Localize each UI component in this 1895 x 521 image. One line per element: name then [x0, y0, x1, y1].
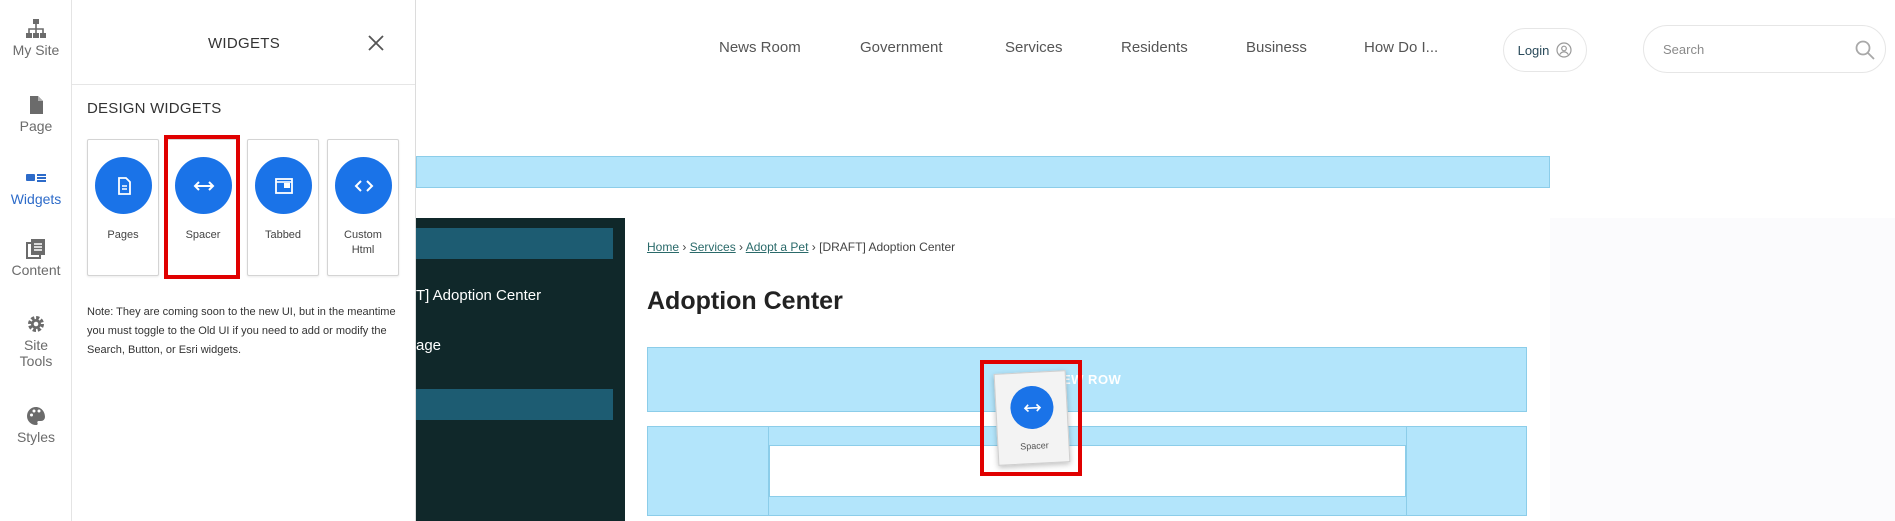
nav-how-do-i[interactable]: How Do I...: [1364, 39, 1438, 56]
panel-header: WIDGETS: [72, 0, 415, 85]
content-icon: [25, 238, 47, 260]
nav-residents[interactable]: Residents: [1121, 39, 1188, 56]
breadcrumb-sep: ›: [679, 240, 690, 254]
sitemap-icon: [25, 18, 47, 40]
gear-icon: [25, 313, 47, 335]
nav-services[interactable]: Services: [1005, 39, 1063, 56]
close-icon: [368, 35, 384, 51]
rail-label: My Site: [12, 42, 60, 58]
rail-item-styles[interactable]: Styles: [0, 405, 72, 445]
nav-business[interactable]: Business: [1246, 39, 1307, 56]
rail-item-content[interactable]: Content: [0, 238, 72, 278]
side-nav-bar: [416, 228, 613, 259]
widget-card-label: Pages: [107, 229, 139, 241]
breadcrumb-sep: ›: [735, 240, 746, 254]
horizontal-arrows-icon: [1009, 384, 1055, 431]
rail-item-widgets[interactable]: Widgets: [0, 167, 72, 207]
widget-card-pages[interactable]: Pages: [87, 139, 159, 276]
search-box: [1643, 25, 1886, 73]
rail-label: Content: [11, 262, 61, 278]
breadcrumb-services[interactable]: Services: [690, 240, 736, 254]
page-side-nav: [416, 218, 625, 521]
side-nav-bar: [416, 389, 613, 420]
widget-card-custom-html[interactable]: Custom Html: [327, 139, 399, 276]
widget-card-label: Custom Html: [344, 229, 382, 256]
nav-news-room[interactable]: News Room: [719, 39, 801, 56]
breadcrumb-home[interactable]: Home: [647, 240, 679, 254]
rail-label: Site Tools: [19, 337, 53, 369]
widget-card-tabbed[interactable]: Tabbed: [247, 139, 319, 276]
dragged-spacer-widget[interactable]: Spacer: [993, 370, 1071, 466]
page-title: Adoption Center: [647, 287, 843, 315]
rail-label: Styles: [16, 429, 56, 445]
breadcrumb: Home › Services › Adopt a Pet › [DRAFT] …: [647, 240, 955, 254]
user-icon: [1556, 42, 1573, 58]
page-icon: [25, 94, 47, 116]
rail-item-my-site[interactable]: My Site: [0, 18, 72, 58]
rail-label: Page: [19, 118, 53, 134]
ghost-label: Spacer: [1019, 440, 1049, 452]
drop-zone-strip[interactable]: [416, 156, 1550, 188]
widgets-icon: [25, 167, 47, 189]
palette-icon: [25, 405, 47, 427]
widget-card-spacer[interactable]: Spacer: [167, 139, 239, 276]
rail-label: Widgets: [10, 191, 62, 207]
widgets-panel: WIDGETS DESIGN WIDGETS Pages Spacer Tabb…: [72, 0, 416, 521]
rail-item-site-tools[interactable]: Site Tools: [0, 313, 72, 369]
panel-note: Note: They are coming soon to the new UI…: [87, 306, 396, 356]
section-title: DESIGN WIDGETS: [87, 100, 222, 117]
rail-item-page[interactable]: Page: [0, 94, 72, 134]
close-button[interactable]: [363, 30, 389, 56]
search-input[interactable]: [1663, 39, 1843, 59]
nav-government[interactable]: Government: [860, 39, 943, 56]
breadcrumb-current: [DRAFT] Adoption Center: [819, 240, 956, 254]
side-nav-link-adoption-center[interactable]: T] Adoption Center: [416, 287, 541, 304]
page-right-margin: [1550, 218, 1895, 521]
breadcrumb-sep: ›: [808, 240, 820, 254]
code-brackets-icon: [335, 157, 392, 214]
widget-card-label: Spacer: [185, 229, 221, 241]
login-button[interactable]: Login: [1503, 28, 1587, 72]
side-nav-link[interactable]: age: [416, 337, 441, 354]
horizontal-arrows-icon: [175, 157, 232, 214]
left-rail: My Site Page Widgets Content Site Tools …: [0, 0, 72, 521]
widget-card-label: Tabbed: [264, 229, 302, 241]
document-icon: [95, 157, 152, 214]
new-row-label: EW ROW: [1062, 372, 1122, 387]
widget-cards: Pages Spacer Tabbed Custom Html: [87, 139, 399, 276]
breadcrumb-adopt-a-pet[interactable]: Adopt a Pet: [746, 240, 809, 254]
row-content-block[interactable]: [769, 445, 1406, 497]
search-icon[interactable]: [1854, 39, 1876, 61]
tabbed-window-icon: [255, 157, 312, 214]
login-label: Login: [1517, 42, 1550, 58]
